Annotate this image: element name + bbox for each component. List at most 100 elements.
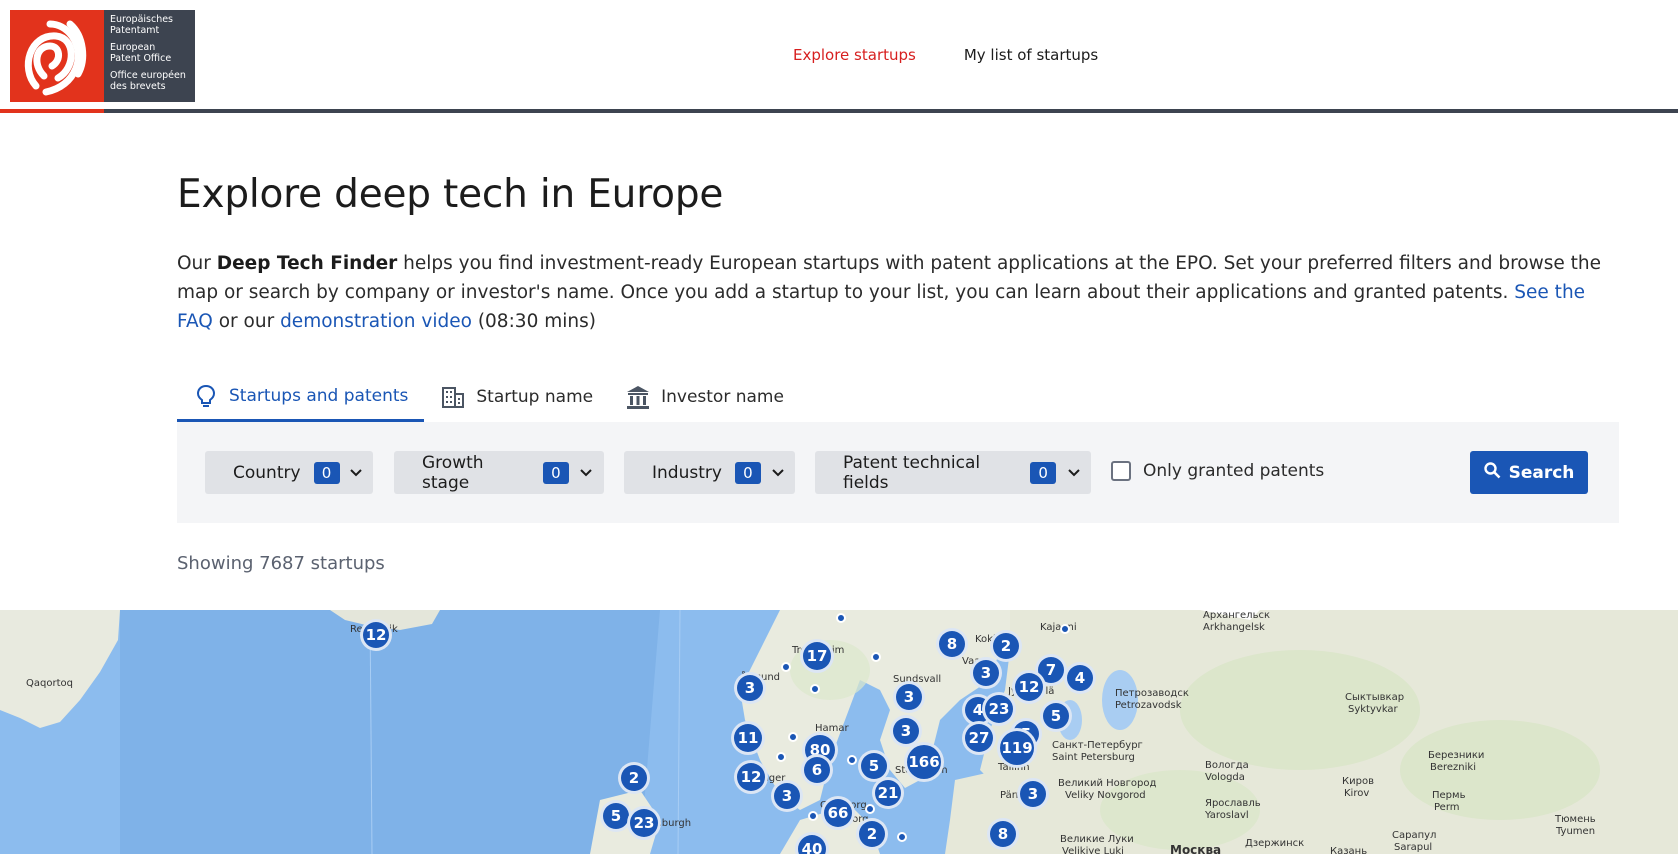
results-count: Showing 7687 startups [177,553,385,574]
nav-my-list[interactable]: My list of startups [964,46,1098,64]
search-button[interactable]: Search [1470,451,1588,494]
map-city-label: Kirov [1344,788,1370,799]
tab-startup-name[interactable]: Startup name [424,372,609,422]
chevron-down-icon [350,465,363,481]
map-cluster-marker[interactable]: 2 [618,762,650,794]
filter-label: Patent technical fields [843,452,981,493]
epo-logo-text: Europäisches Patentamt European Patent Off… [104,10,195,102]
map-city-label: Сарапул [1392,830,1437,841]
map-cluster-marker[interactable]: 3 [734,672,766,704]
search-tabs: Startups and patents Startup name Invest… [177,372,1619,422]
map-city-label: Дзержинск [1245,838,1305,849]
map-cluster-marker[interactable]: 3 [771,780,803,812]
map-cluster-marker[interactable]: 23 [627,806,661,840]
intro-text-part: Our [177,253,217,274]
map-city-label: Ярославль [1205,798,1261,809]
map-cluster-marker[interactable]: 3 [970,657,1002,689]
map-marker[interactable] [776,752,786,762]
map-city-label: Qaqortoq [26,678,73,689]
filter-count-badge: 0 [542,461,569,484]
map-marker[interactable] [836,613,846,623]
map-cluster-marker[interactable]: 3 [893,681,925,713]
building-icon [440,384,466,410]
intro-product-name: Deep Tech Finder [216,253,398,274]
search-icon [1483,461,1501,484]
main-nav: Explore startups My list of startups [793,46,1098,64]
map-city-label: Vologda [1205,772,1245,783]
demo-video-link[interactable]: demonstration video [280,311,472,332]
map-cluster-marker[interactable]: 3 [1017,778,1049,810]
map-city-label: Киров [1342,776,1374,787]
tab-investor-name[interactable]: Investor name [609,372,800,422]
map-city-label: Tyumen [1556,826,1596,837]
only-granted-checkbox[interactable]: Only granted patents [1111,461,1324,481]
map-cluster-marker[interactable]: 27 [962,721,996,755]
map-marker[interactable] [808,811,818,821]
map-cluster-marker[interactable]: 11 [731,721,765,755]
logo-text-line: Europäisches [110,14,174,25]
map-city-label: Saint Petersburg [1052,752,1135,763]
map-city-label: Великий Новгород [1058,778,1157,789]
map-cluster-marker[interactable]: 12 [1012,670,1046,704]
checkbox-label: Only granted patents [1143,461,1325,481]
map-cluster-marker[interactable]: 8 [936,628,968,660]
tab-startups-and-patents[interactable]: Startups and patents [177,372,425,422]
map-cluster-marker[interactable]: 21 [872,777,904,809]
map-city-label: Kajaani [1040,622,1077,633]
startup-map[interactable]: Reykjavik Qaqortoq Kajaani Kokkola Trond… [0,610,1678,854]
map-city-label: Perm [1434,802,1460,813]
map-city-label: Березники [1428,750,1485,761]
map-city-label: Казань [1330,846,1368,854]
map-city-label: Санкт-Петербург [1052,740,1143,751]
map-marker[interactable] [865,804,875,814]
map-city-label: Syktyvkar [1348,704,1398,715]
growth-stage-filter[interactable]: Growth stage 0 [394,451,604,494]
map-cluster-marker[interactable]: 8 [987,818,1019,850]
map-city-label: Москва [1170,843,1222,854]
map-city-label: Yaroslavl [1205,810,1249,821]
map-cluster-marker[interactable]: 4 [1064,662,1096,694]
map-cluster-marker[interactable]: 23 [982,692,1016,726]
header-divider-accent [0,109,104,113]
map-cluster-marker[interactable]: 119 [997,728,1037,768]
map-marker[interactable] [871,652,881,662]
map-marker[interactable] [788,732,798,742]
map-marker[interactable] [847,755,857,765]
map-city-label: Veliky Novgorod [1065,790,1146,801]
site-header: Europäisches Patentamt European Patent Off… [0,0,1678,113]
map-marker[interactable] [1060,624,1070,634]
map-cluster-marker[interactable]: 12 [734,760,768,794]
map-city-label: Вологда [1205,760,1249,771]
map-city-label: Sarapul [1394,842,1433,853]
logo-text-line: des brevets [110,80,166,92]
map-marker[interactable] [897,832,907,842]
epo-logo[interactable]: Europäisches Patentamt European Patent Off… [10,10,195,102]
industry-filter[interactable]: Industry 0 [624,451,795,494]
map-marker[interactable] [810,684,820,694]
map-cluster-marker[interactable]: 66 [821,796,855,830]
map-cluster-marker[interactable]: 2 [856,818,888,850]
nav-explore-startups[interactable]: Explore startups [793,46,916,64]
map-city-label: Berezniki [1430,762,1476,773]
page-title: Explore deep tech in Europe [177,172,724,217]
checkbox-box[interactable] [1111,461,1131,481]
map-city-label: Petrozavodsk [1115,700,1182,711]
lightbulb-icon [193,383,219,409]
chevron-down-icon [1066,465,1081,481]
country-filter[interactable]: Country 0 [205,451,373,494]
map-cluster-marker[interactable]: 17 [800,639,834,673]
patent-fields-filter[interactable]: Patent technical fields 0 [815,451,1091,494]
map-marker[interactable] [781,662,791,672]
map-city-label: Великие Луки [1060,834,1134,845]
intro-text: Our Deep Tech Finder helps you find inve… [177,249,1617,336]
logo-text-line: Patent Office [110,52,172,64]
map-cluster-marker[interactable]: 166 [904,742,944,782]
map-cluster-marker[interactable]: 6 [801,754,833,786]
map-cluster-marker[interactable]: 5 [1040,700,1072,732]
map-cluster-marker[interactable]: 2 [990,630,1022,662]
intro-text-part: or our [212,311,281,332]
epo-logo-mark-icon [10,10,104,102]
intro-text-part: (08:30 mins) [471,311,596,332]
map-cluster-marker[interactable]: 12 [360,619,392,651]
filter-count-badge: 0 [734,461,761,484]
